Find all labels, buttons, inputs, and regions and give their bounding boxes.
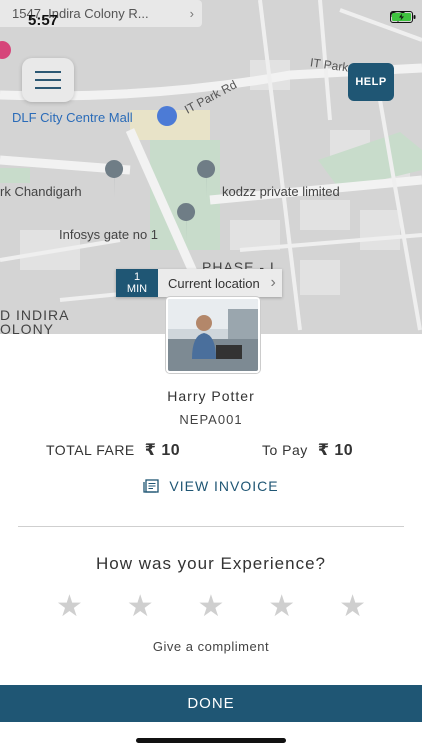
done-button[interactable]: DONE	[0, 685, 422, 722]
to-pay: To Pay ₹ 10	[262, 440, 353, 460]
view-invoice-link[interactable]: VIEW INVOICE	[0, 478, 422, 494]
menu-button[interactable]	[22, 58, 74, 102]
eta-unit: MIN	[126, 283, 148, 295]
poi-label-kodzz: kodzz private limited	[222, 184, 340, 199]
invoice-icon	[143, 479, 160, 493]
to-pay-amount: ₹ 10	[317, 442, 354, 459]
total-fare-label: TOTAL FARE	[46, 442, 135, 458]
star-icon[interactable]: ★	[268, 592, 295, 622]
rating-title: How was your Experience?	[96, 554, 326, 573]
home-indicator	[136, 738, 286, 743]
current-location-chip[interactable]: 1 MIN Current location	[116, 269, 282, 297]
driver-name: Harry Potter	[167, 388, 255, 404]
total-fare-amount: ₹ 10	[144, 442, 181, 459]
vehicle-id: NEPA001	[179, 412, 243, 427]
star-icon[interactable]: ★	[339, 592, 366, 622]
driver-photo	[166, 297, 260, 373]
to-pay-label: To Pay	[262, 442, 308, 458]
map-view[interactable]: IT Park Rd IT Park DLF City Centre Mall …	[0, 0, 422, 334]
view-invoice-label: VIEW INVOICE	[169, 478, 279, 494]
help-button[interactable]: HELP	[348, 63, 394, 101]
current-location-label: Current location	[158, 269, 282, 297]
hamburger-icon	[35, 71, 61, 73]
star-icon[interactable]: ★	[127, 592, 154, 622]
star-rating[interactable]: ★ ★ ★ ★ ★	[56, 592, 366, 622]
status-bar: 5:57 ••••	[0, 0, 422, 36]
poi-label-park: rk Chandigarh	[0, 184, 82, 199]
give-compliment-link[interactable]: Give a compliment	[0, 639, 422, 654]
divider	[18, 526, 404, 527]
star-icon[interactable]: ★	[198, 592, 225, 622]
battery-icon	[389, 11, 416, 23]
poi-label-infosys: Infosys gate no 1	[59, 227, 159, 242]
total-fare: TOTAL FARE ₹ 10	[46, 440, 180, 460]
eta-badge: 1 MIN	[116, 269, 158, 297]
status-time: 5:57	[28, 12, 59, 29]
driver-avatar	[168, 299, 258, 371]
area-label-colony: OLONY	[0, 321, 55, 334]
star-icon[interactable]: ★	[56, 592, 83, 622]
poi-label-dlf: DLF City Centre Mall	[12, 110, 133, 125]
eta-value: 1	[133, 271, 141, 283]
